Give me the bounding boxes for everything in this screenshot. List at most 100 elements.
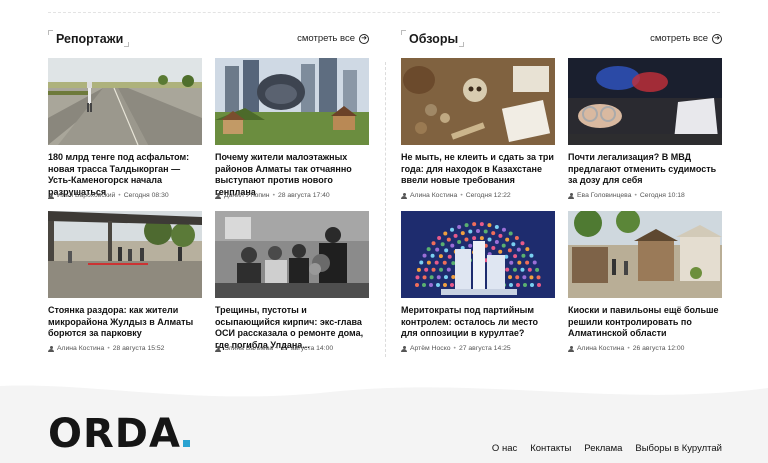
parliament-seat-dot: [438, 254, 443, 259]
parliament-seat-dot: [426, 260, 431, 265]
logo-text: ORDA: [48, 411, 181, 457]
site-logo[interactable]: ORDA: [48, 414, 190, 454]
parliament-seat-dot: [532, 260, 537, 265]
article-date: Сегодня 08:30: [123, 192, 169, 199]
parliament-seat-dot: [513, 254, 518, 259]
parliament-seat-dot: [435, 247, 440, 252]
footer-link-elections[interactable]: Выборы в Курултай: [635, 443, 722, 454]
parliament-seat-dot: [505, 267, 510, 272]
parliament-seat-dot: [525, 247, 530, 252]
parliament-seat-dot: [422, 283, 426, 287]
parliament-seat-dot: [523, 283, 527, 287]
parliament-seat-dot: [516, 247, 521, 252]
parliament-seat-dot: [443, 283, 447, 287]
parliament-seat-dot: [521, 253, 526, 258]
parliament-seat-dot: [525, 260, 530, 265]
parliament-seat-dot: [450, 227, 455, 232]
article-title[interactable]: Меритократы под партийным контролем: ост…: [401, 305, 555, 341]
footer-link-about[interactable]: О нас: [492, 443, 517, 454]
article-author: Данил Утюпин: [224, 192, 270, 199]
meta-separator: •: [627, 345, 630, 352]
parliament-seat-dot: [494, 224, 499, 229]
article-image-city[interactable]: [215, 58, 369, 145]
parliament-seat-dot: [439, 267, 444, 272]
see-all-link[interactable]: смотреть все ➜: [297, 33, 369, 44]
parliament-seat-dot: [515, 275, 520, 280]
article-title[interactable]: Стоянка раздора: как жители микрорайона …: [48, 305, 202, 341]
parliament-seat-dot: [451, 261, 456, 266]
article-date: 27 августа 14:00: [281, 345, 334, 352]
article-meta: Алина Костина • 28 августа 15:52: [48, 345, 202, 352]
parliament-seat-dot: [522, 275, 527, 280]
parliament-seat-dot: [487, 237, 492, 242]
parliament-seat-dot: [498, 233, 503, 238]
arrow-right-icon: ➜: [359, 33, 369, 44]
article-title[interactable]: Киоски и павильоны ещё больше решили кон…: [568, 305, 722, 341]
footer-wave: [0, 378, 768, 397]
article-card[interactable]: Меритократы под партийным контролем: ост…: [401, 211, 555, 352]
article-card[interactable]: Киоски и павильоны ещё больше решили кон…: [568, 211, 722, 352]
parliament-seat-dot: [457, 224, 462, 229]
parliament-seat-dot: [464, 237, 469, 242]
parliament-seat-dot: [436, 283, 440, 287]
meta-separator: •: [272, 192, 275, 199]
article-author: Илья Бароховский: [57, 192, 116, 199]
parliament-seat-dot: [536, 275, 541, 280]
article-title[interactable]: Трещины, пустоты и осыпающийся кирпич: э…: [215, 305, 369, 350]
article-author: Элина Валиева: [224, 345, 274, 352]
parliament-seat-dot: [529, 275, 534, 280]
article-card[interactable]: 180 млрд тенге под асфальтом: новая трас…: [48, 58, 202, 199]
section-header: Репортажи смотреть все ➜: [48, 30, 371, 52]
article-meta: Алина Костина • Сегодня 12:22: [401, 192, 555, 199]
article-date: 27 августа 14:25: [458, 345, 511, 352]
article-image-road[interactable]: [48, 58, 202, 145]
parliament-seat-dot: [460, 231, 465, 236]
parliament-seat-dot: [426, 247, 431, 252]
article-image-parliament[interactable]: [401, 211, 555, 298]
article-title[interactable]: Не мыть, не клеить и сдать за три года: …: [401, 152, 555, 188]
see-all-label: смотреть все: [650, 33, 708, 44]
article-card[interactable]: Не мыть, не клеить и сдать за три года: …: [401, 58, 555, 199]
article-meta: Данил Утюпин • 28 августа 17:40: [215, 192, 369, 199]
parliament-seat-dot: [537, 283, 541, 287]
article-date: 28 августа 15:52: [112, 345, 165, 352]
footer-nav: О нас Контакты Реклама Выборы в Курултай: [492, 443, 722, 454]
parliament-seat-dot: [416, 267, 421, 272]
article-card[interactable]: Стоянка раздора: как жители микрорайона …: [48, 211, 202, 352]
see-all-link[interactable]: смотреть все ➜: [650, 33, 722, 44]
parliament-seat-dot: [440, 242, 445, 247]
parliament-seat-dot: [483, 229, 488, 234]
article-image-artifacts[interactable]: [401, 58, 555, 145]
footer-link-ads[interactable]: Реклама: [584, 443, 622, 454]
parliament-seat-dot: [450, 243, 455, 248]
footer: ORDA О нас Контакты Реклама Выборы в Кур…: [0, 378, 768, 463]
parliament-seat-dot: [476, 229, 480, 233]
parliament-seat-dot: [451, 274, 456, 279]
article-author: Алина Костина: [410, 192, 458, 199]
author-icon: [401, 192, 407, 199]
parliament-seat-dot: [509, 283, 513, 287]
parliament-seat-dot: [437, 235, 442, 240]
article-title[interactable]: Почти легализация? В МВД предлагают отме…: [568, 152, 722, 188]
corner-mark: [401, 30, 406, 35]
parliament-seat-dot: [509, 260, 514, 265]
article-title[interactable]: Почему жители малоэтажных районов Алматы…: [215, 152, 369, 197]
article-image-meeting[interactable]: [215, 211, 369, 298]
article-card[interactable]: Почти легализация? В МВД предлагают отме…: [568, 58, 722, 199]
meta-separator: •: [460, 192, 463, 199]
article-title[interactable]: 180 млрд тенге под асфальтом: новая трас…: [48, 152, 202, 197]
article-card[interactable]: Почему жители малоэтажных районов Алматы…: [215, 58, 369, 199]
logo-dot: [182, 440, 190, 447]
article-card[interactable]: Трещины, пустоты и осыпающийся кирпич: э…: [215, 211, 369, 352]
parliament-seat-dot: [450, 283, 454, 287]
parliament-seat-dot: [491, 231, 496, 236]
footer-link-contacts[interactable]: Контакты: [530, 443, 571, 454]
article-image-police[interactable]: [568, 58, 722, 145]
article-image-parking[interactable]: [48, 211, 202, 298]
article-image-kiosks[interactable]: [568, 211, 722, 298]
parliament-seat-dot: [479, 222, 484, 227]
article-author: Алина Костина: [57, 345, 105, 352]
parliament-seat-dot: [436, 275, 441, 280]
parliament-seat-dot: [479, 236, 484, 241]
top-divider: [48, 12, 720, 13]
